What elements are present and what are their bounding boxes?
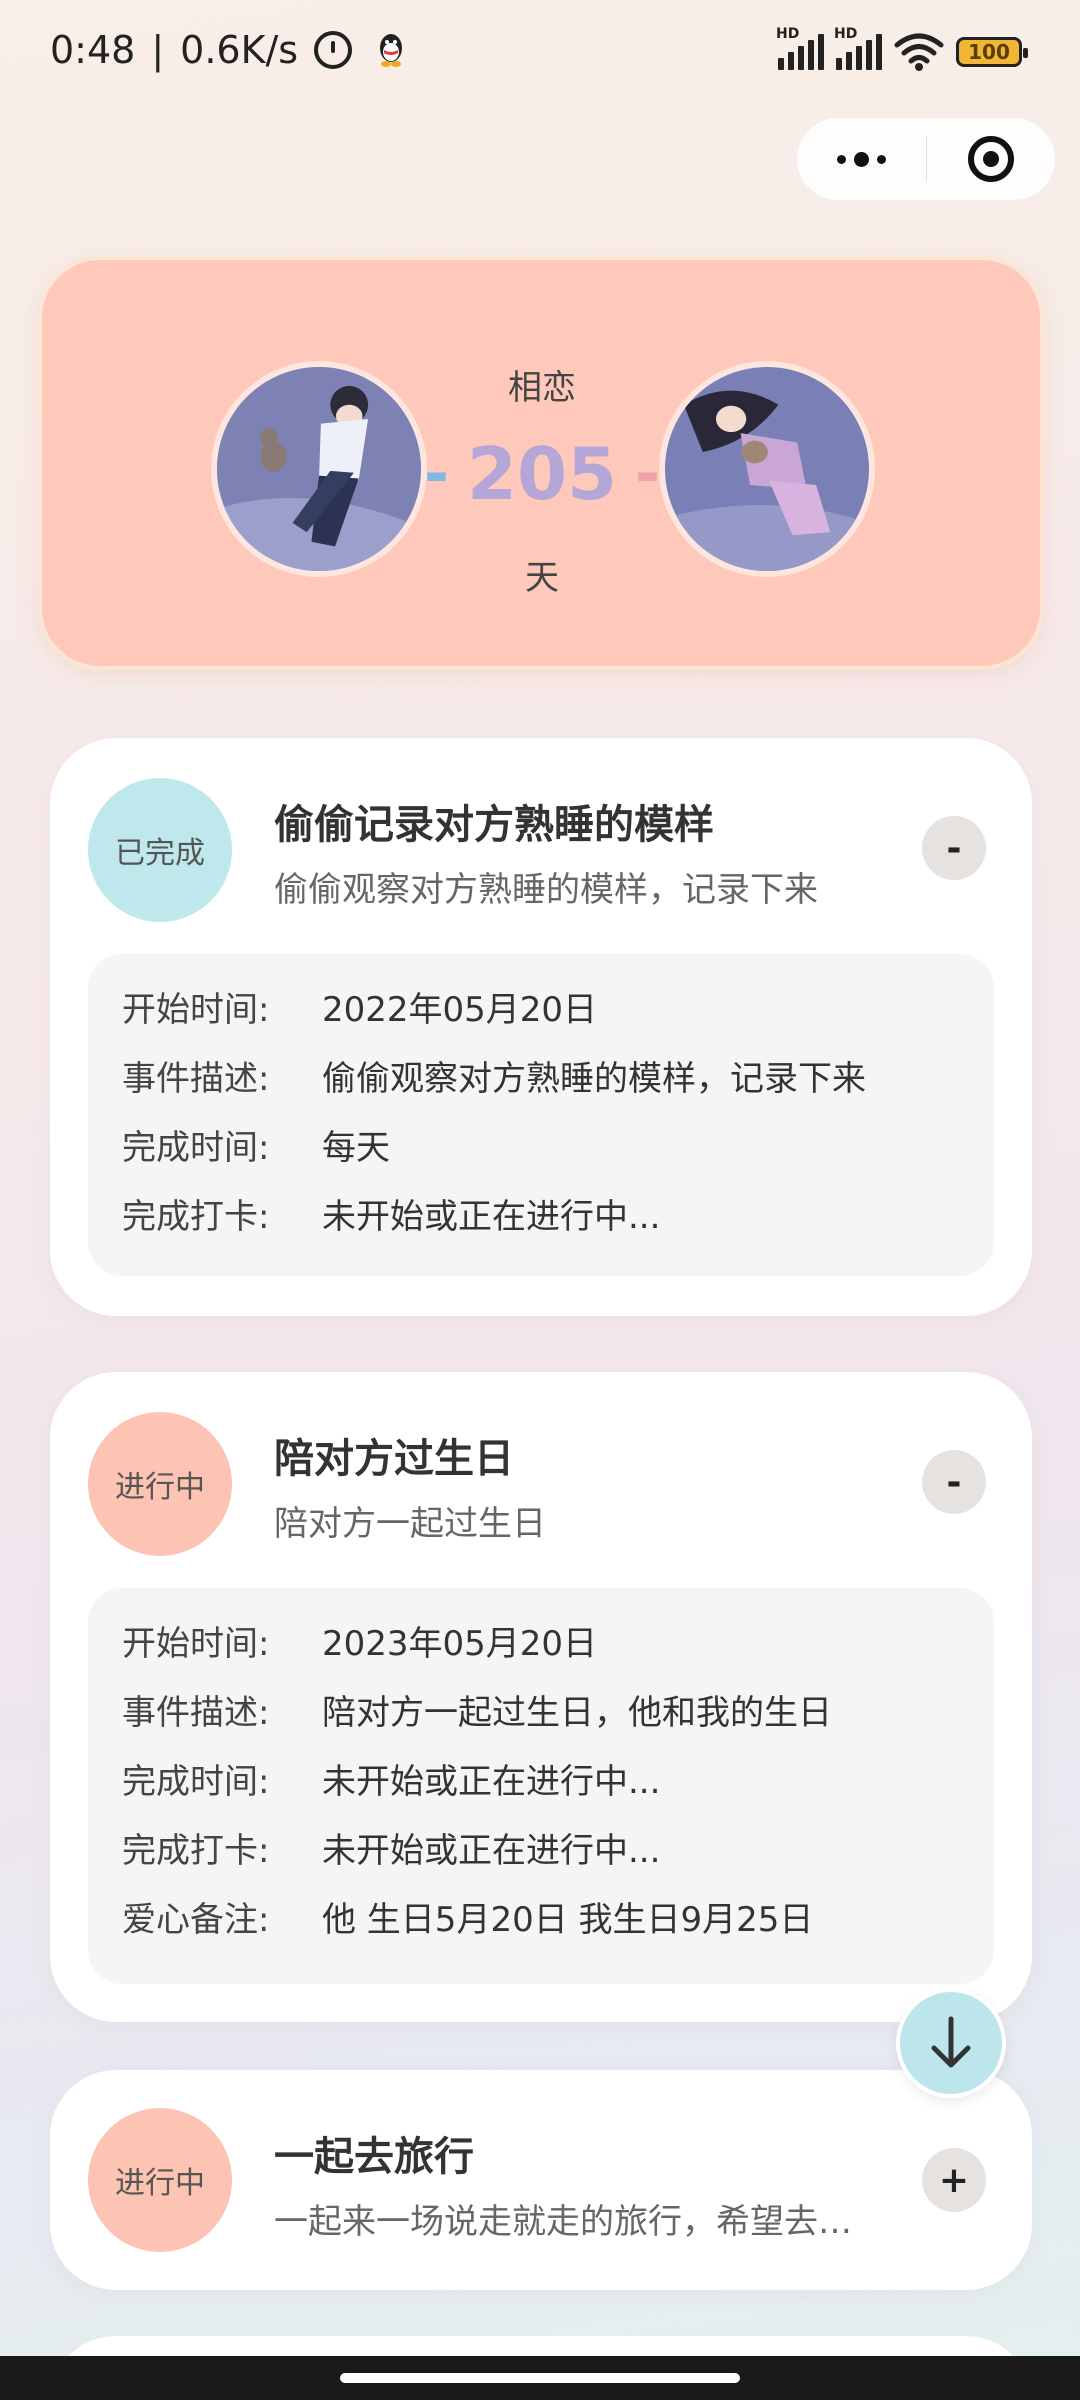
task-title: 陪对方过生日 [274,1436,514,1482]
network-speed: 0.6K/s [180,28,299,72]
status-left: 0:48 | 0.6K/s [50,28,408,72]
detail-key: 完成时间: [122,1128,270,1168]
sleeping-girl-image [665,367,869,571]
detail-row: 爱心备注: 他 生日5月20日 我生日9月25日 [122,1892,994,1961]
detail-value: 他 生日5月20日 我生日9月25日 [322,1900,814,1940]
detail-key: 完成时间: [122,1762,270,1802]
detail-row: 完成时间: 每天 [122,1120,994,1189]
task-card[interactable]: 进行中 一起去旅行 一起来一场说走就走的旅行，希望去… + [50,2070,1032,2290]
detail-value: 未开始或正在进行中... [322,1197,661,1237]
detail-value: 未开始或正在进行中... [322,1762,661,1802]
status-right: HD HD 100 [776,26,1028,72]
wifi-icon [894,33,944,71]
status-time: 0:48 [50,28,136,72]
sleeping-boy-image [217,367,421,571]
detail-value: 未开始或正在进行中... [322,1831,661,1871]
detail-key: 事件描述: [122,1059,270,1099]
dash-right: - [635,439,661,509]
detail-row: 事件描述: 偷偷观察对方熟睡的模样，记录下来 [122,1051,994,1120]
avatar-girl[interactable] [659,361,875,577]
task-subtitle: 陪对方一起过生日 [274,1504,546,1544]
arrow-down-icon [931,2016,971,2068]
expand-button[interactable]: + [922,2148,986,2212]
status-bar: 0:48 | 0.6K/s HD HD 100 [0,0,1080,110]
detail-row: 完成打卡: 未开始或正在进行中... [122,1189,994,1258]
task-subtitle: 一起来一场说走就走的旅行，希望去… [274,2202,852,2242]
task-title: 一起去旅行 [274,2134,474,2180]
detail-value: 每天 [322,1128,390,1168]
scroll-down-button[interactable] [896,1988,1006,2098]
detail-key: 完成打卡: [122,1831,270,1871]
qq-icon [380,34,403,67]
detail-value: 2023年05月20日 [322,1624,598,1664]
detail-key: 开始时间: [122,990,270,1030]
detail-row: 完成时间: 未开始或正在进行中... [122,1754,994,1823]
task-card[interactable]: 进行中 陪对方过生日 陪对方一起过生日 - 开始时间: 2023年05月20日 事… [50,1372,1032,2022]
battery-icon: 100 [956,37,1028,67]
dash-left: - [423,439,449,509]
status-badge: 已完成 [88,778,232,922]
collapse-button[interactable]: - [922,816,986,880]
target-icon[interactable] [926,118,1055,200]
days-number: 205 [466,432,618,516]
detail-key: 事件描述: [122,1693,270,1733]
task-details: 开始时间: 2022年05月20日 事件描述: 偷偷观察对方熟睡的模样，记录下来 完… [88,954,994,1276]
alarm-icon [314,31,353,69]
status-separator: | [151,28,165,72]
love-days-card: 相恋 - 205 - 天 [38,256,1044,670]
hd-label: HD [776,26,800,42]
detail-row: 开始时间: 2022年05月20日 [122,982,994,1051]
signal-icon-2: HD [834,26,882,70]
task-details: 开始时间: 2023年05月20日 事件描述: 陪对方一起过生日，他和我的生日 完成… [88,1588,994,1984]
status-badge: 进行中 [88,1412,232,1556]
detail-value: 偷偷观察对方熟睡的模样，记录下来 [322,1059,866,1099]
detail-value: 2022年05月20日 [322,990,598,1030]
task-subtitle: 偷偷观察对方熟睡的模样，记录下来 [274,870,818,910]
home-indicator[interactable] [340,2373,740,2383]
hd-label-2: HD [834,26,858,42]
status-badge: 进行中 [88,2108,232,2252]
detail-key: 爱心备注: [122,1900,270,1940]
detail-row: 开始时间: 2023年05月20日 [122,1616,994,1685]
task-title: 偷偷记录对方熟睡的模样 [274,802,714,848]
love-days-count: - 205 - [402,432,682,516]
days-unit: 天 [525,558,559,598]
task-card[interactable]: 已完成 偷偷记录对方熟睡的模样 偷偷观察对方熟睡的模样，记录下来 - 开始时间:… [50,738,1032,1316]
battery-level: 100 [968,40,1010,64]
more-dots-icon[interactable] [797,118,926,200]
avatar-boy[interactable] [211,361,427,577]
detail-key: 完成打卡: [122,1197,270,1237]
collapse-button[interactable]: - [922,1450,986,1514]
detail-value: 陪对方一起过生日，他和我的生日 [322,1693,832,1733]
miniprogram-capsule [796,117,1056,201]
love-label: 相恋 [508,368,576,408]
signal-icon: HD [776,26,824,70]
detail-row: 完成打卡: 未开始或正在进行中... [122,1823,994,1892]
detail-key: 开始时间: [122,1624,270,1664]
detail-row: 事件描述: 陪对方一起过生日，他和我的生日 [122,1685,994,1754]
